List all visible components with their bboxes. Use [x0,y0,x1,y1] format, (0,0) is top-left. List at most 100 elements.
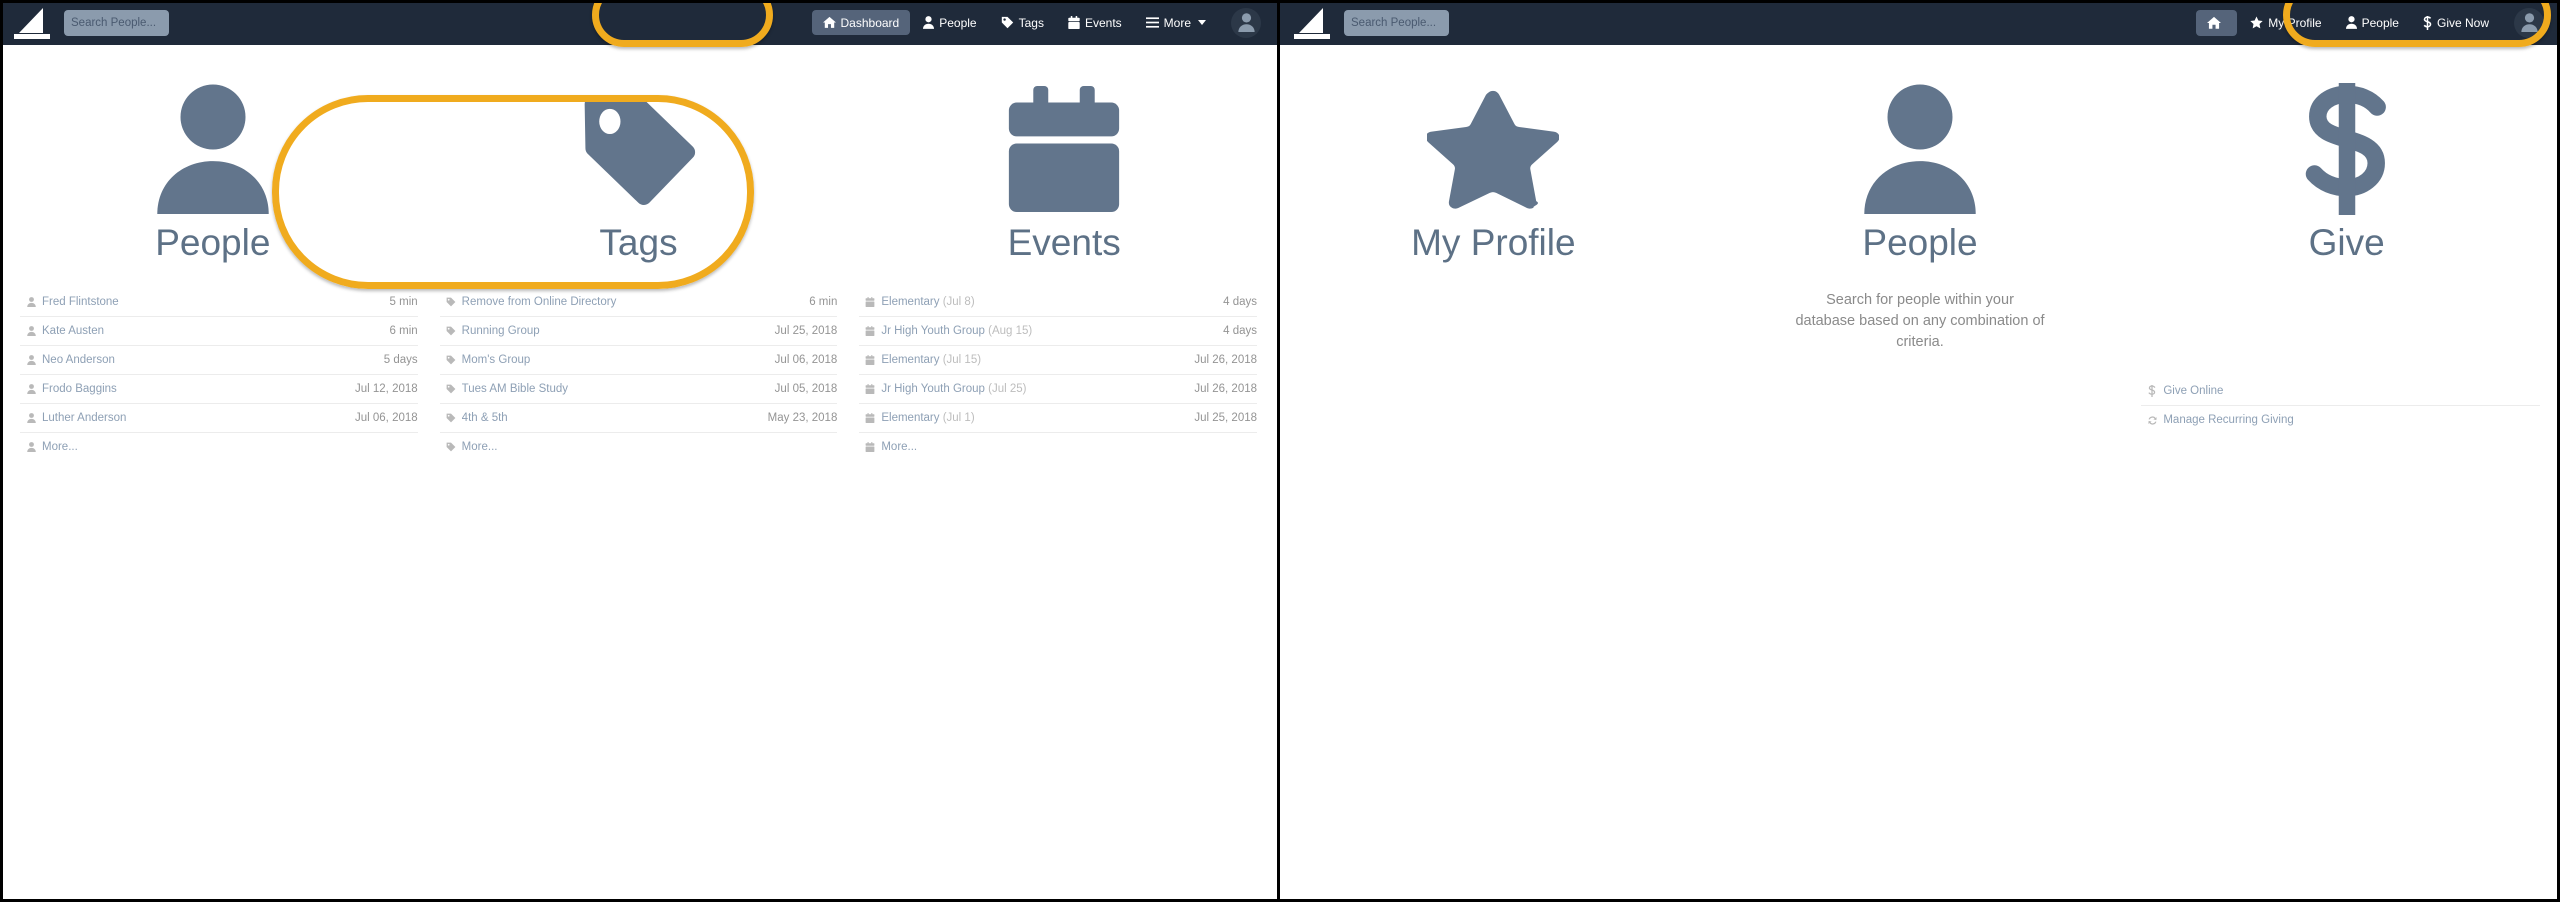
dollar-icon [2297,83,2397,215]
list-col-give: Give Online Manage Recurring Giving [2141,377,2541,435]
list-item-label: Running Group [461,324,540,337]
tag-icon [440,413,462,423]
list-item-give-online[interactable]: Give Online [2141,377,2541,406]
list-col-events: Elementary (Jul 8) 4 days Jr High Youth … [859,288,1258,462]
list-item[interactable]: Remove from Online Directory 6 min [439,288,838,317]
list-item-label: Mom's Group [461,353,531,366]
tile-give[interactable]: Give [2133,83,2560,353]
tile-tags[interactable]: Tags [426,83,852,264]
list-item[interactable]: Neo Anderson 5 days [20,346,418,375]
list-item-label: Frodo Baggins [42,382,117,395]
sail-logo[interactable] [1292,5,1336,41]
screenshot-root: Dashboard People Tags [0,0,2560,902]
list-col-people [1721,377,2120,435]
nav-item-label: People [2361,15,2399,30]
list-item[interactable]: Jr High Youth Group (Jul 25) Jul 26, 201… [859,375,1258,404]
list-item[interactable]: Elementary (Jul 15) Jul 26, 2018 [859,346,1258,375]
tag-icon [440,326,462,336]
list-item-time: Jul 12, 2018 [355,382,418,395]
list-item-label: Remove from Online Directory [461,295,617,308]
nav-item-tags[interactable]: Tags [990,10,1055,35]
calendar-icon [1068,16,1080,29]
list-item[interactable]: Luther Anderson Jul 06, 2018 [20,404,418,433]
list-item[interactable]: Elementary (Jul 8) 4 days [859,288,1258,317]
list-item[interactable]: Fred Flintstone 5 min [20,288,418,317]
tag-icon [440,297,462,307]
nav-item-give-now[interactable]: Give Now [2412,10,2500,36]
person-icon [20,354,42,365]
nav-item-label: Events [1084,15,1122,30]
list-item[interactable]: Frodo Baggins Jul 12, 2018 [20,375,418,404]
list-item-more[interactable]: More... [20,433,418,462]
tag-icon [440,442,462,452]
person-icon [20,325,42,336]
user-avatar[interactable] [2514,7,2544,38]
user-avatar[interactable] [1231,7,1261,38]
calendar-icon [1005,83,1123,215]
list-item-more[interactable]: More... [859,433,1257,462]
tag-icon [576,83,702,215]
right-tile-row: My Profile People Search for people with… [1280,45,2560,353]
nav-item-events[interactable]: Events [1057,10,1133,35]
tag-icon [440,355,462,365]
list-item-label: Elementary (Jul 8) [881,295,975,308]
tile-people[interactable]: People Search for people within your dat… [1707,83,2134,353]
list-item-label: Give Online [2163,384,2224,397]
list-item[interactable]: 4th & 5th May 23, 2018 [439,404,838,433]
list-item-time: Jul 26, 2018 [1194,382,1258,395]
list-item-more[interactable]: More... [440,433,838,462]
nav-item-dashboard[interactable]: Dashboard [811,10,911,35]
list-item[interactable]: Kate Austen 6 min [20,317,418,346]
tile-my-profile[interactable]: My Profile [1280,83,1707,353]
star-icon [1427,83,1560,215]
list-item-time: Jul 25, 2018 [1194,411,1258,424]
person-icon [20,442,42,453]
sail-logo[interactable] [12,5,56,41]
list-item-label: Elementary (Jul 1) [881,411,975,424]
right-nav-items: My Profile People Give Now [2196,9,2500,36]
person-icon [2345,16,2357,29]
list-item-time: Jul 06, 2018 [774,353,838,366]
list-item-label: Neo Anderson [42,353,115,366]
left-list-row: Fred Flintstone 5 min Kate Austen 6 min … [0,288,1277,462]
tile-people[interactable]: People [0,83,426,264]
list-item-label: Jr High Youth Group (Aug 15) [881,324,1033,337]
list-item-time: May 23, 2018 [767,411,838,424]
list-item-label: More... [881,441,918,454]
search-input[interactable] [1344,9,1449,36]
calendar-icon [859,442,881,453]
tile-label: People [1862,222,1978,263]
list-item-time: 6 min [389,324,418,337]
tile-label: Give [2308,222,2385,263]
right-navbar: My Profile People Give Now [1280,0,2560,45]
calendar-icon [859,325,881,336]
list-col-people: Fred Flintstone 5 min Kate Austen 6 min … [20,288,418,462]
nav-item-people[interactable]: People [2335,10,2410,35]
nav-item-my-profile[interactable]: My Profile [2239,10,2332,35]
nav-item-home[interactable] [2196,9,2238,36]
list-item-label: 4th & 5th [461,411,508,424]
list-item-time: Jul 06, 2018 [355,411,418,424]
list-item[interactable]: Mom's Group Jul 06, 2018 [439,346,838,375]
calendar-icon [859,412,881,423]
list-item[interactable]: Tues AM Bible Study Jul 05, 2018 [439,375,838,404]
list-item[interactable]: Running Group Jul 25, 2018 [439,317,838,346]
nav-item-label: Dashboard [840,15,900,30]
search-input[interactable] [64,9,169,36]
tile-events[interactable]: Events [851,83,1277,264]
list-item-time: Jul 05, 2018 [774,382,838,395]
list-item-label: Jr High Youth Group (Jul 25) [881,382,1027,395]
dollar-icon [2423,15,2432,30]
list-item[interactable]: Jr High Youth Group (Aug 15) 4 days [859,317,1258,346]
home-icon [2207,16,2222,30]
list-item-label: Manage Recurring Giving [2163,414,2294,427]
nav-item-more[interactable]: More [1135,11,1217,35]
calendar-icon [859,296,881,307]
list-item-manage-recurring-giving[interactable]: Manage Recurring Giving [2141,406,2540,435]
right-panel-member-dashboard: My Profile People Give Now [1280,0,2560,902]
nav-item-people[interactable]: People [912,10,987,35]
list-item-label: Tues AM Bible Study [461,382,568,395]
list-item[interactable]: Elementary (Jul 1) Jul 25, 2018 [859,404,1258,433]
person-icon [20,412,42,423]
list-item-time: Jul 26, 2018 [1194,353,1258,366]
